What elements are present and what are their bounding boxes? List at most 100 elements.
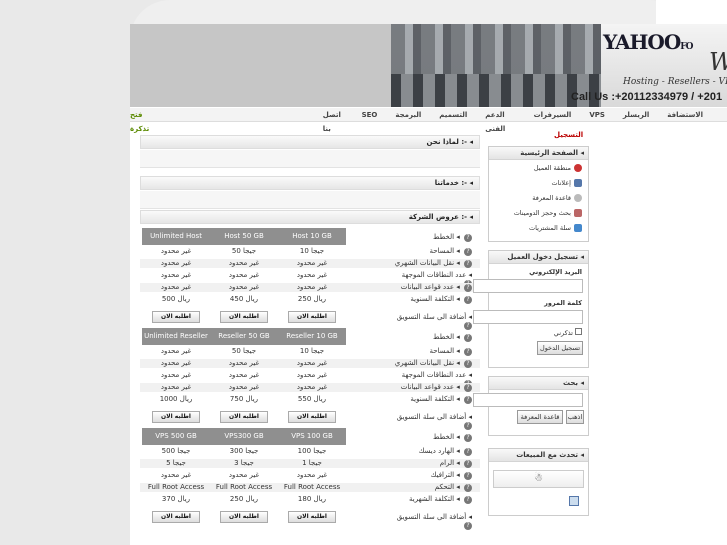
table-cell: 450 ريال xyxy=(229,295,259,303)
plan-column-header: Reseller 50 GB xyxy=(210,328,278,345)
link-knowledgebase[interactable]: قاعدة المعرفة xyxy=(489,190,588,205)
help-icon[interactable]: ? xyxy=(464,484,472,492)
help-icon[interactable]: ? xyxy=(464,472,472,480)
feature-label[interactable]: نقل البيانات الشهري ◂ ? xyxy=(392,259,472,268)
help-icon[interactable]: ? xyxy=(464,334,472,342)
order-now-button[interactable]: اطلبه الان xyxy=(152,411,200,423)
nav-design[interactable]: التسميم xyxy=(439,108,467,121)
go-button[interactable]: اذهب xyxy=(566,410,584,424)
feature-text: التكلفة السنوية xyxy=(410,295,455,303)
table-cell: غير محدود xyxy=(160,271,192,279)
table-cell: غير محدود xyxy=(160,283,192,291)
add-to-cart-label: أضافة الى سلة التسويق ◂ ? xyxy=(396,413,472,430)
feature-label[interactable]: نقل البيانات الشهري ◂ ? xyxy=(392,359,472,368)
password-field[interactable] xyxy=(473,310,583,324)
link-announcements[interactable]: إعلانات xyxy=(489,175,588,190)
feature-label[interactable]: التكلفة السنوية ◂ ? xyxy=(392,395,472,404)
chat-box: تحدث مع المبيعات ◂ ☃ xyxy=(488,448,589,516)
help-icon[interactable]: ? xyxy=(464,396,472,404)
order-now-button[interactable]: اطلبه الان xyxy=(152,311,200,323)
order-now-button[interactable]: اطلبه الان xyxy=(220,511,268,523)
feature-label[interactable]: الترافيك ◂ ? xyxy=(392,471,472,480)
help-icon[interactable]: ? xyxy=(464,284,472,292)
nav-contact[interactable]: اتصل بنا xyxy=(323,108,344,133)
plan-header-text: الخطط xyxy=(433,333,455,341)
help-icon[interactable]: ? xyxy=(464,360,472,368)
plan-header-label: الخطط ◂ ? xyxy=(392,433,472,442)
why-us-title: لماذا نحن :- xyxy=(426,138,468,146)
kb-button[interactable]: قاعدة المعرفة xyxy=(517,410,563,424)
help-icon[interactable]: ? xyxy=(464,348,472,356)
logo-suffix: FO xyxy=(680,42,693,52)
nav-reseller[interactable]: الريسلر xyxy=(623,108,649,121)
link-client-area[interactable]: منطقة العميل xyxy=(489,160,588,175)
help-icon[interactable]: ? xyxy=(464,260,472,268)
nav-open-ticket[interactable]: فتح تذكرة xyxy=(130,108,155,133)
nav-support[interactable]: الدعم الفنى xyxy=(485,108,515,133)
help-icon[interactable]: ? xyxy=(464,422,472,430)
help-icon[interactable]: ? xyxy=(464,496,472,504)
table-cell: غير محدود xyxy=(296,371,328,379)
table-cell: 250 ريال xyxy=(229,495,259,503)
client-area-icon xyxy=(574,163,582,172)
order-now-button[interactable]: اطلبه الان xyxy=(220,411,268,423)
help-icon[interactable]: ? xyxy=(464,522,472,530)
feature-label[interactable]: الهارد ديسك ◂ ? xyxy=(392,447,472,456)
table-cell: 10 جيجا xyxy=(299,247,325,255)
order-now-button[interactable]: اطلبه الان xyxy=(288,511,336,523)
email-field[interactable] xyxy=(473,279,583,293)
register-link[interactable]: التسجيل xyxy=(554,131,583,139)
password-label: كلمة المرور xyxy=(544,299,582,307)
announcements-label: إعلانات xyxy=(551,178,571,187)
help-icon[interactable]: ? xyxy=(464,460,472,468)
login-box: تسجيل دخول العميل ◂ البريد الإلكتروني كل… xyxy=(473,250,589,368)
table-cell: 50 جيجا xyxy=(231,247,257,255)
site-logo[interactable]: YAHOOFO xyxy=(603,30,694,54)
order-now-button[interactable]: اطلبه الان xyxy=(288,411,336,423)
help-icon[interactable]: ? xyxy=(464,322,472,330)
nav-seo[interactable]: SEO xyxy=(362,108,378,121)
link-cart[interactable]: سلة المشتريات xyxy=(489,220,588,235)
table-cell: Full Root Access xyxy=(283,483,341,491)
login-button[interactable]: تسجيل الدخول xyxy=(537,341,583,355)
order-now-button[interactable]: اطلبه الان xyxy=(152,511,200,523)
feature-label[interactable]: عدد قواعد البيانات ◂ ? xyxy=(392,383,472,392)
table-cell: 300 جيجا xyxy=(229,447,259,455)
remember-row[interactable]: تذكرني xyxy=(489,328,588,337)
feature-text: عدد النطاقات الموجهة xyxy=(401,371,467,379)
cart-icon xyxy=(574,223,582,232)
nav-servers[interactable]: السيرفرات xyxy=(534,108,572,121)
help-icon[interactable]: ? xyxy=(464,448,472,456)
feature-label[interactable]: التكلفة السنوية ◂ ? xyxy=(392,295,472,304)
search-title-text: بحث xyxy=(562,379,579,387)
table-cell: 500 جيجا xyxy=(161,447,191,455)
feature-label[interactable]: عدد قواعد البيانات ◂ ? xyxy=(392,283,472,292)
nav-hosting[interactable]: الاستضافة xyxy=(667,108,703,121)
plan-column-header: VPS300 GB xyxy=(210,428,278,445)
help-icon[interactable]: ? xyxy=(464,234,472,242)
feature-label[interactable]: المساحة ◂ ? xyxy=(392,247,472,256)
domain-icon xyxy=(574,208,582,217)
nav-vps[interactable]: VPS xyxy=(589,108,605,121)
feature-label[interactable]: الرام ◂ ? xyxy=(392,459,472,468)
nav-programming[interactable]: البرمجة xyxy=(395,108,421,121)
feature-label[interactable]: التكلفة الشهرية ◂ ? xyxy=(392,495,472,504)
feature-label[interactable]: المساحة ◂ ? xyxy=(392,347,472,356)
table-cell: غير محدود xyxy=(160,359,192,367)
help-icon[interactable]: ? xyxy=(464,384,472,392)
help-icon[interactable]: ? xyxy=(464,296,472,304)
table-cell: غير محدود xyxy=(228,383,260,391)
link-domains[interactable]: بحث وحجز الدومينات xyxy=(489,205,588,220)
table-cell: غير محدود xyxy=(160,383,192,391)
order-now-button[interactable]: اطلبه الان xyxy=(288,311,336,323)
search-input[interactable] xyxy=(473,393,583,407)
plan-header-label: الخطط ◂ ? xyxy=(392,233,472,242)
search-box-title: بحث ◂ xyxy=(489,377,588,390)
feature-label[interactable]: التحكم ◂ ? xyxy=(392,483,472,492)
knowledgebase-label: قاعدة المعرفة xyxy=(532,193,571,202)
order-now-button[interactable]: اطلبه الان xyxy=(220,311,268,323)
remember-checkbox[interactable] xyxy=(575,328,582,335)
help-icon[interactable]: ? xyxy=(464,434,472,442)
chat-button[interactable]: ☃ xyxy=(493,470,584,488)
help-icon[interactable]: ? xyxy=(464,248,472,256)
